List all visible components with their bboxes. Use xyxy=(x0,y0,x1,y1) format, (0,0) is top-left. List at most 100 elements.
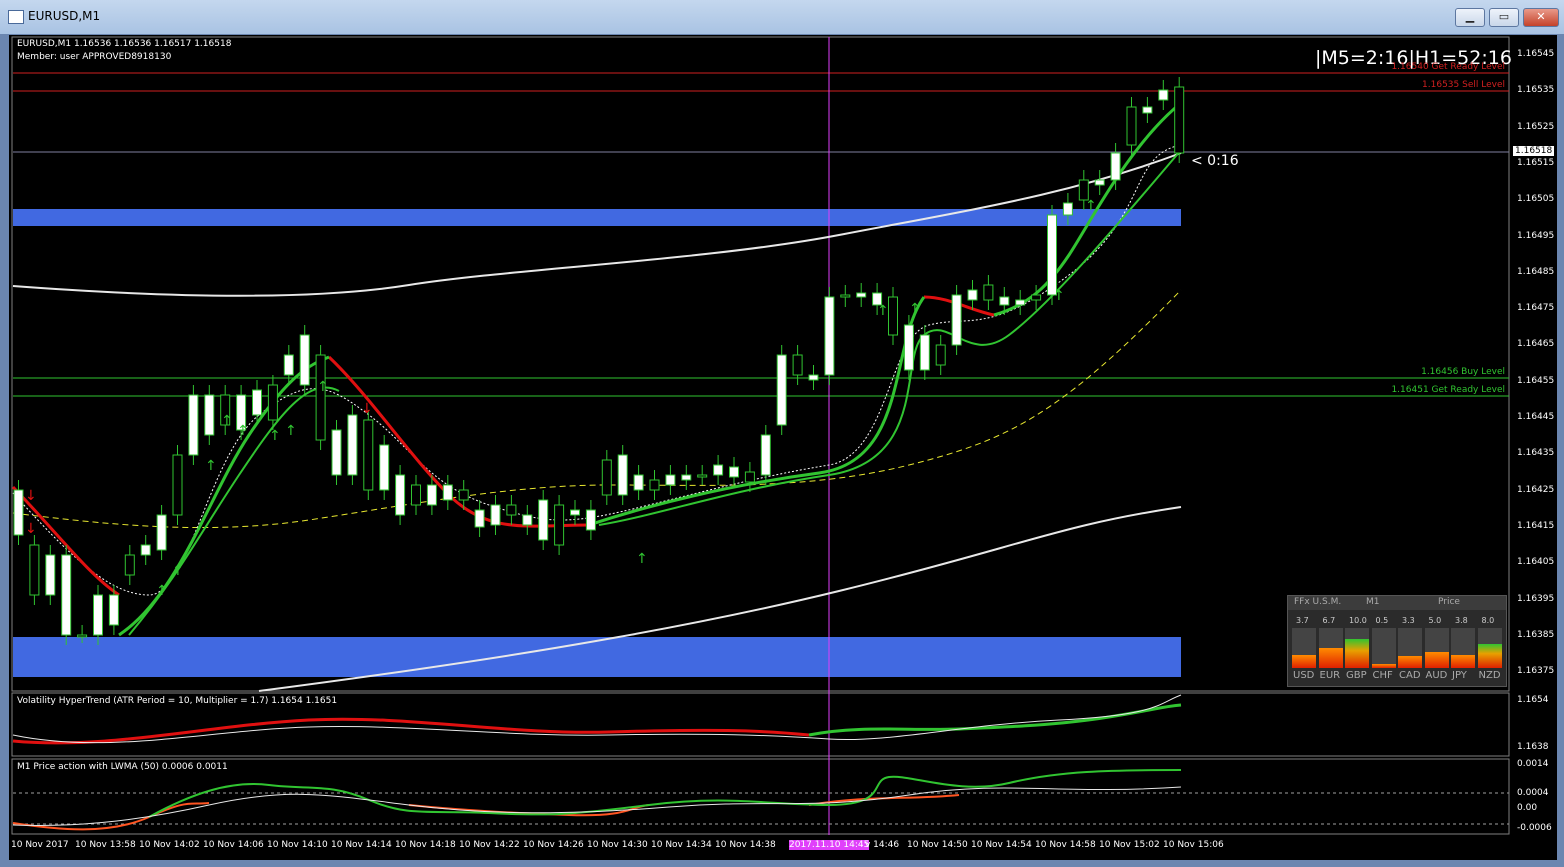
time-tick-label: v 14:46 xyxy=(865,840,900,850)
time-tick-label: 10 Nov 14:54 xyxy=(971,840,1032,850)
buy-arrow: ↑ xyxy=(317,379,329,395)
strength-bar-fill xyxy=(1398,656,1422,668)
time-tick-label: 10 Nov 13:58 xyxy=(75,840,136,850)
buy-arrow: ↑ xyxy=(269,428,281,444)
candle xyxy=(29,544,40,596)
time-tick-label: 10 Nov 14:58 xyxy=(1035,840,1096,850)
candle xyxy=(1047,214,1057,296)
candle xyxy=(792,354,803,376)
price-tick-label: 1.16405 xyxy=(1517,557,1555,568)
candle xyxy=(919,334,930,371)
strength-bar-fill xyxy=(1292,655,1316,668)
currency-label: USD xyxy=(1293,670,1315,681)
candle xyxy=(331,429,342,476)
chart-area[interactable]: ↑ ↑ ↑ ↑ ↑ ↑ ↑ ↑ ↑ ↑ ↑ ↑ ↑ ↓ ↓ ↓ EURUSD,M1 1.16536 1.165… xyxy=(8,34,1558,861)
strength-value: 5.0 xyxy=(1428,616,1442,625)
level-label-1: 1.16540 Get Ready Level xyxy=(1391,62,1505,72)
indicator2-border xyxy=(11,758,1510,835)
indicator2-label: M1 Price action with LWMA (50) 0.0006 0.… xyxy=(17,762,228,772)
candle xyxy=(458,489,469,501)
candle xyxy=(1078,179,1089,201)
time-tick-label: 10 Nov 14:34 xyxy=(651,840,712,850)
resistance-zone xyxy=(13,209,1181,226)
price-tick-label: 1.16375 xyxy=(1517,666,1555,677)
candle xyxy=(379,444,390,491)
price-tick-label: 1.16455 xyxy=(1517,375,1555,386)
maximize-button[interactable]: ▭ xyxy=(1489,8,1519,27)
candle xyxy=(140,544,151,556)
candle xyxy=(156,514,167,551)
strength-value: 3.7 xyxy=(1296,616,1309,625)
hypertrend-red xyxy=(12,717,810,745)
candle xyxy=(840,294,851,298)
candle xyxy=(490,504,501,526)
price-tick-label: 1.16435 xyxy=(1517,448,1555,459)
indicator2-axis-1: 0.0014 xyxy=(1517,759,1549,769)
candle xyxy=(744,471,755,483)
trend-line-up xyxy=(118,101,1182,637)
candle xyxy=(108,594,119,626)
price-tick-label: 1.16505 xyxy=(1517,194,1555,205)
candle xyxy=(506,504,517,516)
time-tick-label: 10 Nov 14:18 xyxy=(395,840,456,850)
sell-arrow: ↓ xyxy=(25,521,37,537)
indicator1-axis-top: 1.1654 xyxy=(1517,695,1549,705)
sell-arrow: ↓ xyxy=(25,488,37,504)
buy-arrow: ↑ xyxy=(1053,288,1065,304)
currency-label: EUR xyxy=(1319,670,1341,681)
candle xyxy=(93,594,103,636)
main-panel-border xyxy=(11,36,1510,692)
candle xyxy=(267,384,278,421)
candle xyxy=(1094,179,1105,186)
hypertrend-green xyxy=(808,703,1182,737)
time-tick-label: 10 Nov 14:02 xyxy=(139,840,200,850)
candle xyxy=(617,454,628,496)
candle xyxy=(888,296,898,336)
chart-window-icon xyxy=(8,10,24,24)
price-tick-label: 1.16545 xyxy=(1517,49,1555,59)
yellow-ma xyxy=(12,289,1182,529)
indicator2-axis-3: 0.00 xyxy=(1517,803,1538,813)
candle xyxy=(999,296,1010,306)
candle xyxy=(1062,202,1073,216)
candle xyxy=(1174,86,1185,154)
candle xyxy=(967,289,978,301)
price-tick-label: 1.16395 xyxy=(1517,593,1555,604)
candle xyxy=(665,474,676,486)
indicator2-axis-2: 0.0004 xyxy=(1517,788,1549,798)
indicator2-axis-4: -0.0006 xyxy=(1517,823,1552,833)
buy-arrow: ↑ xyxy=(237,423,249,439)
candle xyxy=(570,509,580,516)
time-tick-label: 10 Nov 14:06 xyxy=(203,840,264,850)
candle xyxy=(1015,299,1026,306)
window-title: EURUSD,M1 xyxy=(28,9,101,23)
candle xyxy=(1126,106,1137,146)
candle xyxy=(283,354,294,376)
currency-label: JPY xyxy=(1452,670,1467,681)
candle xyxy=(442,484,453,501)
bar-countdown: < 0:16 xyxy=(1191,153,1239,169)
candle xyxy=(252,389,262,416)
chart-canvas[interactable]: ↑↑↑↑↑ ↑ ↑↑↑↑ ↑↑↑↓↓↓ xyxy=(9,35,1557,860)
candle xyxy=(315,354,326,441)
strength-bar-fill xyxy=(1477,644,1502,668)
price-tick-label: 1.16415 xyxy=(1517,520,1555,531)
candle xyxy=(935,344,946,366)
close-button[interactable]: ✕ xyxy=(1523,8,1559,27)
candle xyxy=(1031,294,1042,301)
candle xyxy=(856,292,867,298)
price-tick-label: 1.16515 xyxy=(1517,157,1555,168)
buy-arrow: ↑ xyxy=(172,563,184,579)
symbol-info: EURUSD,M1 1.16536 1.16536 1.16517 1.1651… xyxy=(17,39,232,49)
candle xyxy=(649,479,660,491)
minimize-button[interactable]: ▁ xyxy=(1455,8,1485,27)
candle xyxy=(426,484,437,506)
candle xyxy=(124,554,135,576)
time-tick-label: 10 Nov 14:26 xyxy=(523,840,584,850)
buy-arrow: ↑ xyxy=(1085,198,1097,214)
indicator1-label: Volatility HyperTrend (ATR Period = 10, … xyxy=(17,696,338,706)
level-label-3: 1.16456 Buy Level xyxy=(1421,367,1505,377)
time-tick-label: 10 Nov 15:06 xyxy=(1163,840,1224,850)
strength-value: 6.7 xyxy=(1322,616,1336,625)
strength-value: 0.5 xyxy=(1375,616,1389,625)
